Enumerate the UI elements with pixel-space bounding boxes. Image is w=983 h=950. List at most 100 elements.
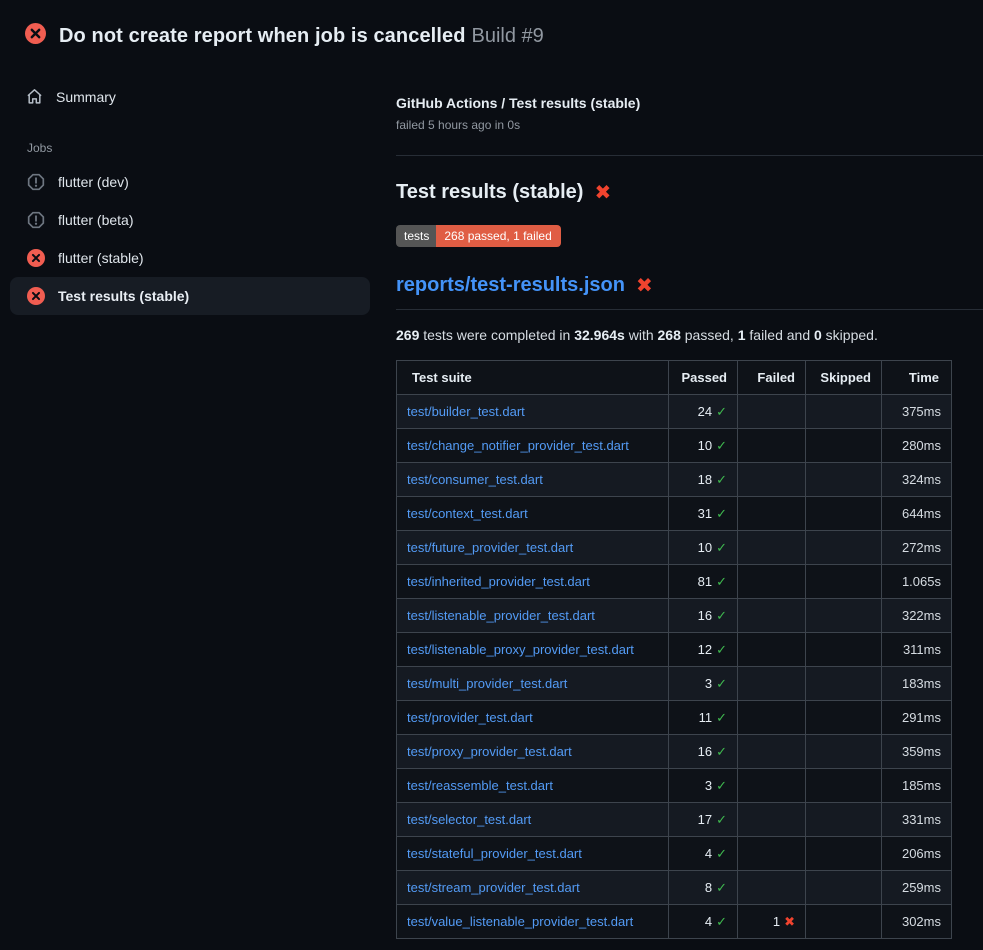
jobs-list: flutter (dev) flutter (beta) flutter (stab…: [0, 163, 380, 315]
table-row: test/listenable_proxy_provider_test.dart…: [397, 633, 952, 667]
test-suite-link[interactable]: test/listenable_provider_test.dart: [407, 608, 595, 623]
summary-part: skipped.: [822, 327, 878, 343]
check-icon: ✓: [716, 506, 727, 521]
col-passed: Passed: [669, 361, 738, 395]
passed-cell: 81✓: [669, 565, 738, 599]
divider: [396, 155, 983, 156]
job-status-line: failed 5 hours ago in 0s: [396, 118, 983, 132]
test-suite-cell: test/multi_provider_test.dart: [397, 667, 669, 701]
summary-part: with: [625, 327, 658, 343]
test-suite-link[interactable]: test/multi_provider_test.dart: [407, 676, 567, 691]
skipped-cell: [806, 905, 882, 939]
sidebar-item-job[interactable]: flutter (beta): [10, 201, 370, 239]
failed-cell: [738, 531, 806, 565]
failed-icon: [27, 287, 45, 305]
test-suite-cell: test/inherited_provider_test.dart: [397, 565, 669, 599]
passed-cell: 16✓: [669, 735, 738, 769]
sidebar-item-label: Summary: [56, 89, 116, 105]
test-suite-link[interactable]: test/selector_test.dart: [407, 812, 531, 827]
test-suite-link[interactable]: test/builder_test.dart: [407, 404, 525, 419]
job-label: flutter (dev): [58, 174, 129, 190]
check-icon: ✓: [716, 710, 727, 725]
table-row: test/value_listenable_provider_test.dart…: [397, 905, 952, 939]
skipped-cell: [806, 803, 882, 837]
jobs-section-label: Jobs: [27, 141, 380, 155]
test-suite-link[interactable]: test/stream_provider_test.dart: [407, 880, 580, 895]
table-row: test/consumer_test.dart 18✓ 324ms: [397, 463, 952, 497]
passed-cell: 10✓: [669, 531, 738, 565]
failed-cell: [738, 837, 806, 871]
sidebar-item-job[interactable]: flutter (dev): [10, 163, 370, 201]
time-cell: 185ms: [882, 769, 952, 803]
skipped-cell: [806, 599, 882, 633]
time-cell: 259ms: [882, 871, 952, 905]
test-suite-link[interactable]: test/provider_test.dart: [407, 710, 533, 725]
test-suite-link[interactable]: test/reassemble_test.dart: [407, 778, 553, 793]
test-suite-cell: test/builder_test.dart: [397, 395, 669, 429]
test-suite-link[interactable]: test/value_listenable_provider_test.dart: [407, 914, 633, 929]
table-row: test/provider_test.dart11✓291ms: [397, 701, 952, 735]
sidebar-item-summary[interactable]: Summary: [10, 78, 370, 115]
failed-cell: [738, 633, 806, 667]
table-row: test/reassemble_test.dart3✓185ms: [397, 769, 952, 803]
failed-cell: [738, 871, 806, 905]
test-suite-link[interactable]: test/context_test.dart: [407, 506, 528, 521]
test-suite-link[interactable]: test/stateful_provider_test.dart: [407, 846, 582, 861]
skipped-cell: [806, 531, 882, 565]
badge-value: 268 passed, 1 failed: [436, 225, 560, 247]
test-suite-link[interactable]: test/inherited_provider_test.dart: [407, 574, 590, 589]
sidebar: Summary Jobs flutter (dev) flutter (beta)…: [0, 64, 380, 315]
col-test-suite: Test suite: [397, 361, 669, 395]
table-row: test/inherited_provider_test.dart 81✓ 1.06…: [397, 565, 952, 599]
time-cell: 302ms: [882, 905, 952, 939]
skipped-cell: [806, 429, 882, 463]
test-results-table: Test suite Passed Failed Skipped Time te…: [396, 360, 952, 939]
check-icon: ✓: [716, 574, 727, 589]
check-icon: ✓: [716, 812, 727, 827]
failed-cell: [738, 701, 806, 735]
passed-cell: 24✓: [669, 395, 738, 429]
sidebar-item-job[interactable]: Test results (stable): [10, 277, 370, 315]
tests-badge: tests 268 passed, 1 failed: [396, 225, 561, 247]
failed-cell: [738, 395, 806, 429]
test-suite-link[interactable]: test/change_notifier_provider_test.dart: [407, 438, 629, 453]
time-cell: 375ms: [882, 395, 952, 429]
check-icon: ✓: [716, 676, 727, 691]
failed-cell: [738, 667, 806, 701]
job-label: flutter (stable): [58, 250, 144, 266]
test-suite-link[interactable]: test/consumer_test.dart: [407, 472, 543, 487]
test-suite-cell: test/listenable_proxy_provider_test.dart: [397, 633, 669, 667]
test-suite-cell: test/stream_provider_test.dart: [397, 871, 669, 905]
time-cell: 183ms: [882, 667, 952, 701]
skipped-cell: [806, 395, 882, 429]
failed-cell: [738, 599, 806, 633]
skipped-cell: [806, 565, 882, 599]
table-header-row: Test suite Passed Failed Skipped Time: [397, 361, 952, 395]
table-row: test/builder_test.dart 24✓ 375ms: [397, 395, 952, 429]
time-cell: 1.065s: [882, 565, 952, 599]
check-icon: ✓: [716, 540, 727, 555]
report-file-link[interactable]: reports/test-results.json: [396, 274, 625, 297]
run-title: Do not create report when job is cancell…: [59, 17, 544, 49]
time-cell: 322ms: [882, 599, 952, 633]
passed-cell: 16✓: [669, 599, 738, 633]
time-cell: 324ms: [882, 463, 952, 497]
col-skipped: Skipped: [806, 361, 882, 395]
test-suite-cell: test/proxy_provider_test.dart: [397, 735, 669, 769]
test-suite-link[interactable]: test/listenable_proxy_provider_test.dart: [407, 642, 634, 657]
sidebar-item-job[interactable]: flutter (stable): [10, 239, 370, 277]
run-build-number: Build #9: [472, 25, 544, 47]
passed-cell: 12✓: [669, 633, 738, 667]
passed-cell: 18✓: [669, 463, 738, 497]
time-cell: 272ms: [882, 531, 952, 565]
test-suite-link[interactable]: test/future_provider_test.dart: [407, 540, 573, 555]
time-cell: 206ms: [882, 837, 952, 871]
summary-part: 0: [814, 327, 822, 343]
summary-part: failed and: [746, 327, 815, 343]
test-suite-cell: test/change_notifier_provider_test.dart: [397, 429, 669, 463]
summary-part: passed,: [681, 327, 738, 343]
passed-cell: 8✓: [669, 871, 738, 905]
summary-part: 1: [738, 327, 746, 343]
test-suite-link[interactable]: test/proxy_provider_test.dart: [407, 744, 572, 759]
skipped-cell: [806, 667, 882, 701]
